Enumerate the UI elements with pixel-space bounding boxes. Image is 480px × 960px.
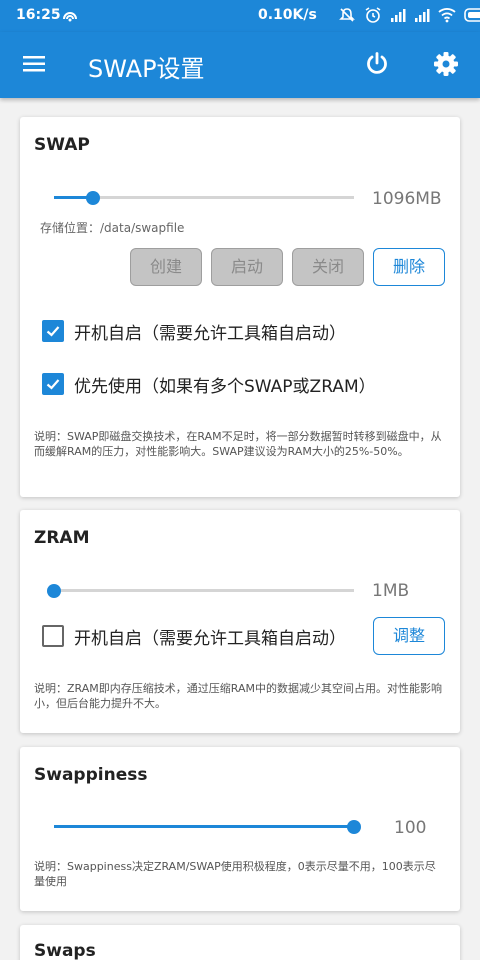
swap-priority-label: 优先使用（如果有多个SWAP或ZRAM） [74,376,376,397]
delete-button[interactable]: 删除 [373,248,445,286]
wifi-icon [438,7,456,23]
zram-size-slider[interactable] [47,582,354,600]
settings-icon[interactable] [433,51,459,77]
swaps-title: Swaps [34,941,96,960]
zram-size-value: 1MB [372,581,410,601]
checkbox-unchecked-icon [42,625,64,647]
swap-title: SWAP [34,135,90,155]
create-button[interactable]: 创建 [130,248,202,286]
zram-autostart-label: 开机自启（需要允许工具箱自启动） [74,628,346,649]
zram-autostart-checkbox[interactable]: 开机自启（需要允许工具箱自启动） [42,624,346,649]
swap-card: SWAP 1096MB 存储位置：/data/swapfile 创建 启动 关闭… [20,117,460,497]
signal-icon [390,7,406,23]
hotspot-icon [62,9,78,23]
swaps-card: Swaps [20,925,460,960]
adjust-button[interactable]: 调整 [373,617,445,655]
swap-autostart-checkbox[interactable]: 开机自启（需要允许工具箱自启动） [42,319,346,344]
swappiness-title: Swappiness [34,765,148,785]
start-button[interactable]: 启动 [211,248,283,286]
swap-priority-checkbox[interactable]: 优先使用（如果有多个SWAP或ZRAM） [42,372,376,397]
mute-icon [338,6,356,24]
zram-title: ZRAM [34,528,90,548]
zram-card: ZRAM 1MB 开机自启（需要允许工具箱自启动） 调整 说明：ZRAM即内存压… [20,510,460,733]
menu-icon[interactable] [22,52,46,76]
checkbox-checked-icon [42,320,64,342]
status-bar: 16:25 0.10K/s [0,0,480,32]
swap-size-slider[interactable] [54,189,354,207]
swap-autostart-label: 开机自启（需要允许工具箱自启动） [74,323,346,344]
swappiness-description: 说明：Swappiness决定ZRAM/SWAP使用积极程度，0表示尽量不用，1… [34,860,436,888]
battery-icon [464,7,480,23]
swap-description: 说明：SWAP即磁盘交换技术，在RAM不足时，将一部分数据暂时转移到磁盘中，从而… [34,430,442,458]
net-speed: 0.10K/s [258,7,317,23]
swappiness-slider[interactable] [54,818,361,836]
page-title: SWAP设置 [88,55,205,83]
swappiness-value: 100 [394,818,427,838]
alarm-icon [364,6,382,24]
swappiness-card: Swappiness 100 说明：Swappiness决定ZRAM/SWAP使… [20,747,460,911]
app-bar: SWAP设置 [0,32,480,98]
status-time: 16:25 [16,7,61,23]
swap-location: 存储位置：/data/swapfile [40,221,185,235]
zram-description: 说明：ZRAM即内存压缩技术，通过压缩RAM中的数据减少其空间占用。对性能影响小… [34,682,442,710]
power-icon[interactable] [364,51,390,77]
swap-size-value: 1096MB [372,189,442,209]
signal-icon [414,7,430,23]
stop-button[interactable]: 关闭 [292,248,364,286]
checkbox-checked-icon [42,373,64,395]
